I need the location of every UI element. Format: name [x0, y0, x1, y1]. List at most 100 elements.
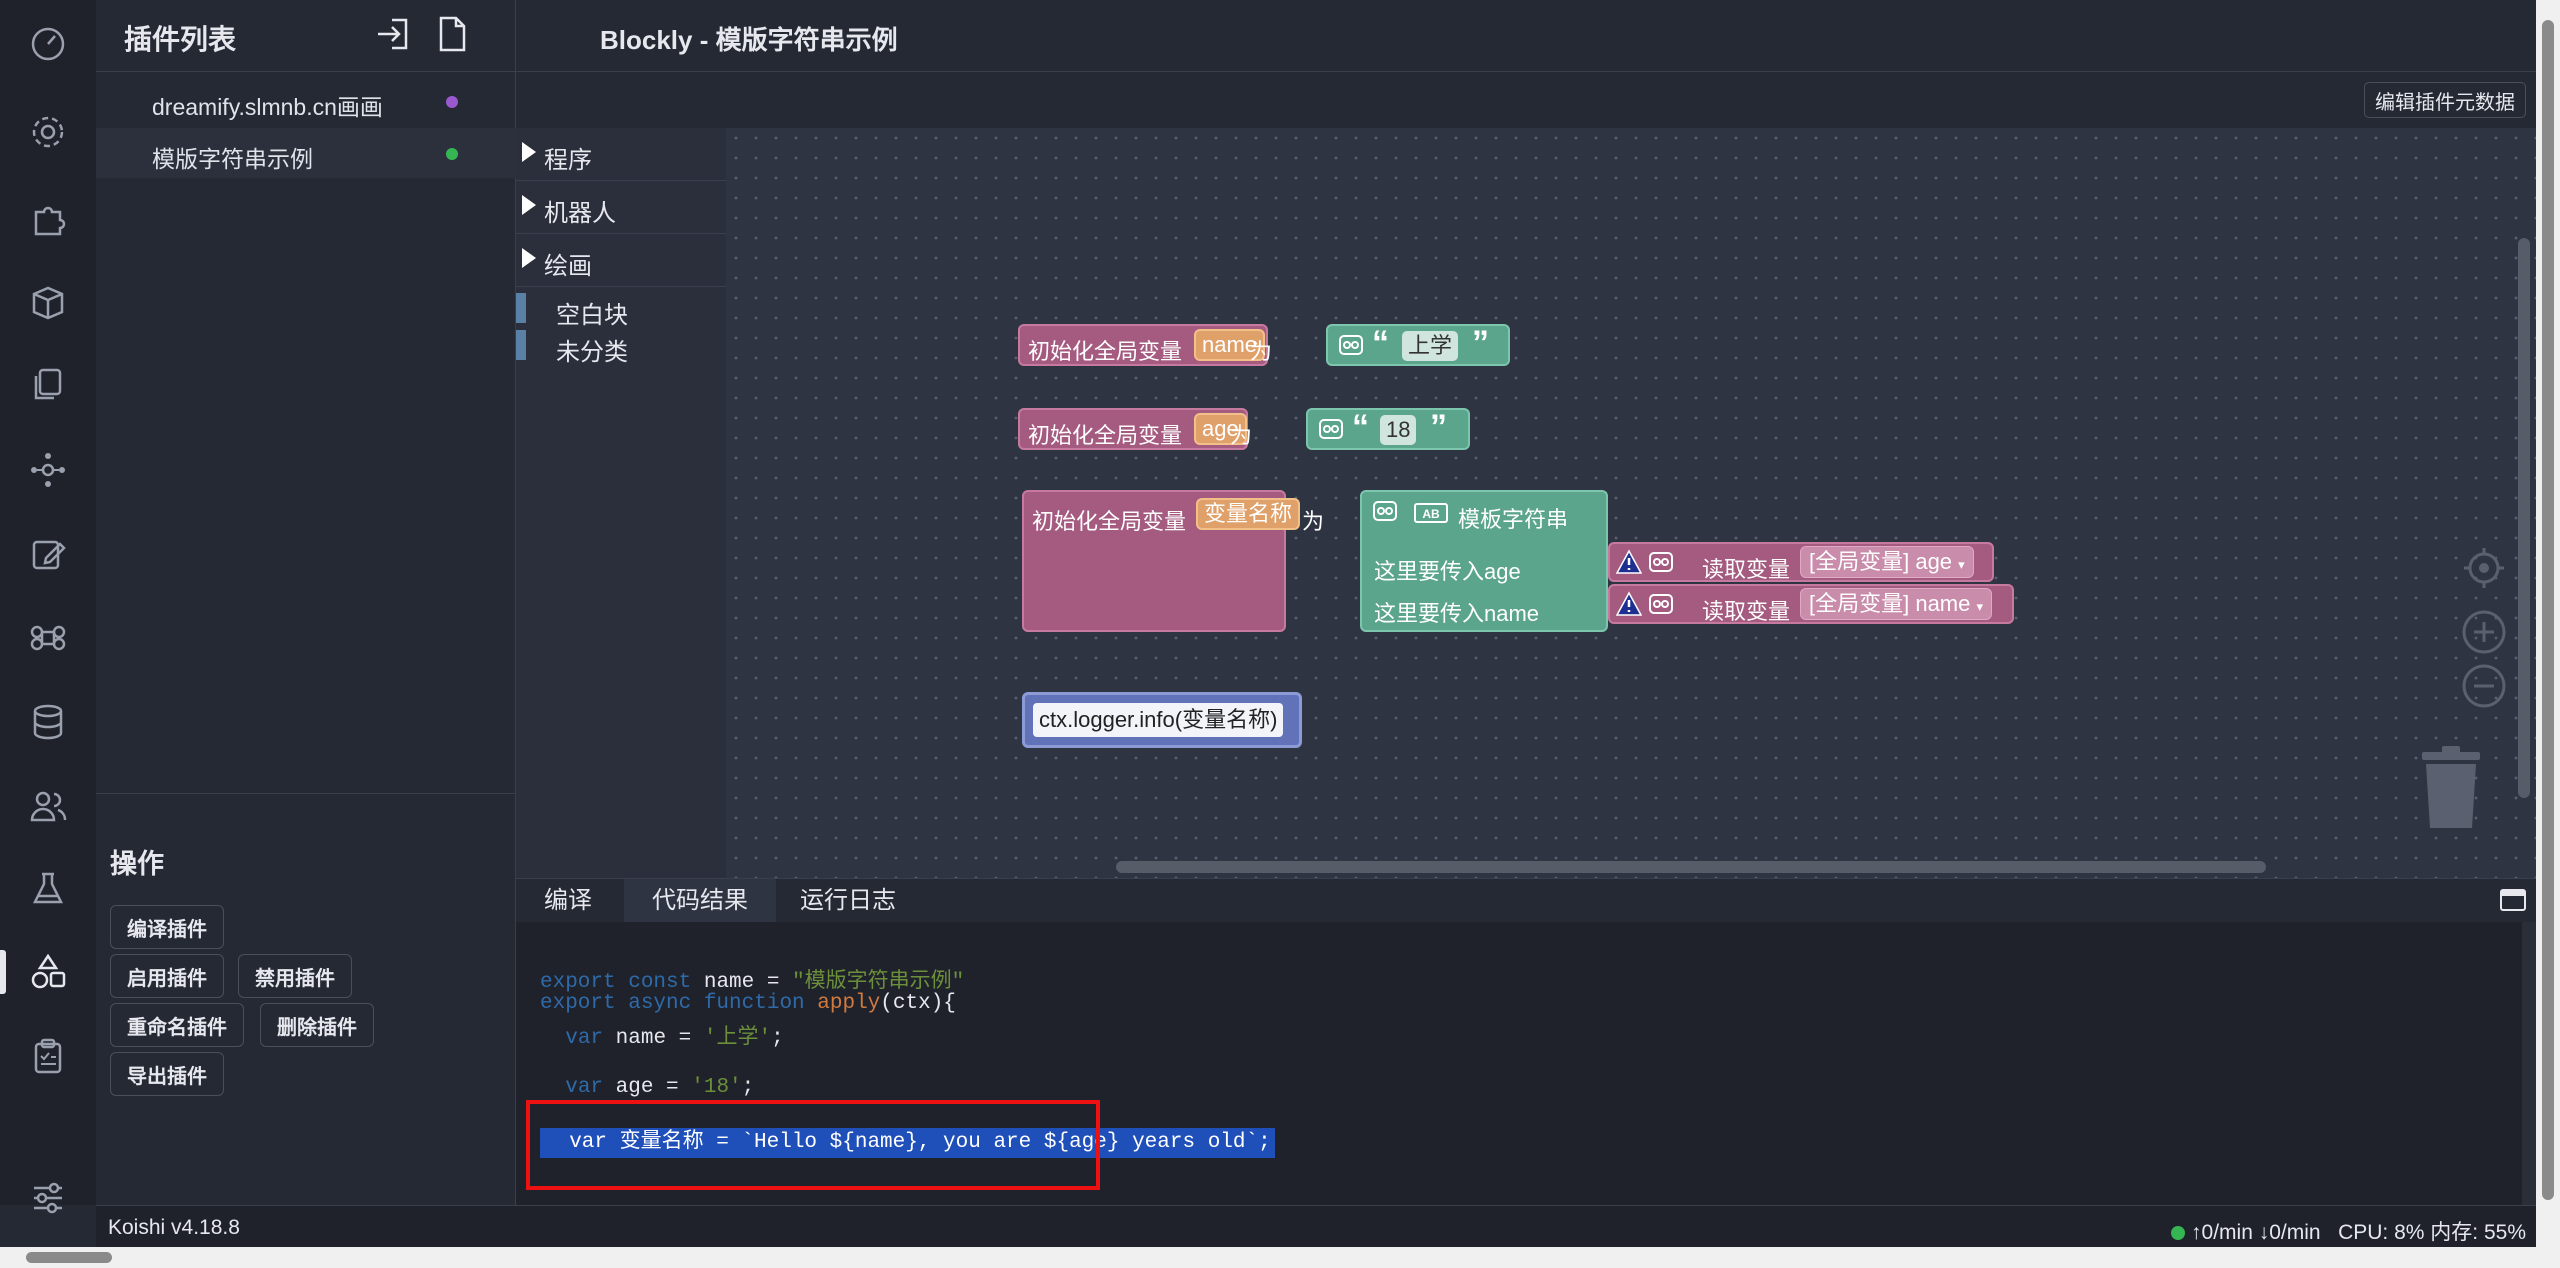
scrollbar-thumb[interactable]	[2542, 20, 2554, 1200]
operations-panel: 操作 编译插件 启用插件 禁用插件 重命名插件 删除插件 导出插件	[96, 793, 516, 1205]
text-block[interactable]: “ 18 ”	[1306, 408, 1470, 450]
warning-icon	[1616, 549, 1642, 574]
template-string-block[interactable]: AB 模板字符串 这里要传入age 这里要传入name	[1360, 490, 1608, 632]
plugin-item[interactable]: dreamify.slmnb.cn画画	[96, 76, 516, 126]
plugin-item-active[interactable]: 模版字符串示例	[96, 128, 516, 178]
tab-code-result[interactable]: 代码结果	[624, 879, 776, 923]
get-variable-block[interactable]: 读取变量 [全局变量] age ▾	[1608, 542, 1994, 582]
workspace-horizontal-scrollbar[interactable]	[1116, 861, 2266, 873]
enable-plugin-button[interactable]: 启用插件	[110, 954, 224, 998]
expand-triangle-icon	[522, 142, 536, 162]
text-block[interactable]: “ 上学 ”	[1326, 324, 1510, 366]
window-horizontal-scrollbar[interactable]	[0, 1247, 2560, 1268]
code-line: export async function apply(ctx){	[540, 992, 956, 1015]
sidebar-header: 插件列表	[96, 0, 516, 72]
connection-status-dot	[2171, 1226, 2186, 1240]
recenter-icon[interactable]	[2460, 544, 2508, 592]
compile-plugin-button[interactable]: 编译插件	[110, 905, 224, 949]
tab-compile[interactable]: 编译	[516, 879, 620, 923]
package-icon[interactable]	[26, 280, 70, 324]
expand-triangle-icon	[522, 248, 536, 268]
svg-text:AB: AB	[1422, 507, 1440, 521]
import-icon[interactable]	[374, 14, 414, 54]
new-file-icon[interactable]	[432, 14, 472, 54]
panel-tabs: 编译 代码结果 运行日志	[516, 878, 2536, 923]
zoom-out-icon[interactable]	[2460, 662, 2508, 710]
trash-icon[interactable]	[2418, 746, 2484, 830]
text-block-icon	[1373, 501, 1397, 521]
code-output[interactable]: export const name = "模版字符串示例" export asy…	[516, 922, 2536, 1205]
status-bar: Koishi v4.18.8 ↑0/min ↓0/min CPU: 8% 内存:…	[96, 1205, 2536, 1247]
edit-metadata-button[interactable]: 编辑插件元数据	[2364, 82, 2526, 118]
code-line: var age = '18';	[565, 1076, 755, 1099]
edit-icon[interactable]	[26, 532, 70, 576]
category-label: 未分类	[556, 339, 628, 366]
dropdown-value: [全局变量] name	[1809, 591, 1971, 616]
code-vertical-scrollbar[interactable]	[2522, 922, 2536, 1205]
toolbox-category-simple[interactable]: 未分类	[516, 328, 726, 366]
category-label: 程序	[544, 147, 592, 174]
input-label: 这里要传入name	[1374, 601, 1540, 626]
text-block-icon	[1339, 335, 1363, 355]
init-global-variable-block[interactable]: 初始化全局变量 变量名称 为	[1022, 490, 1324, 632]
files-icon[interactable]	[26, 362, 70, 406]
blockly-toolbox: 程序 机器人 绘画 空白块 未分类	[516, 128, 726, 878]
variable-dropdown[interactable]: [全局变量] name ▾	[1800, 588, 1993, 620]
scrollbar-thumb[interactable]	[26, 1252, 112, 1263]
code-line: var name = '上学';	[565, 1027, 784, 1050]
delete-plugin-button[interactable]: 删除插件	[260, 1003, 374, 1047]
warning-icon	[1616, 591, 1642, 616]
category-label: 绘画	[544, 253, 592, 280]
rename-plugin-button[interactable]: 重命名插件	[110, 1003, 244, 1047]
variable-name-field[interactable]: 变量名称	[1196, 498, 1301, 530]
code-block-text: ctx.logger.info(变量名称)	[1033, 703, 1284, 737]
block-label: 读取变量	[1702, 599, 1791, 624]
panel-layout-icon[interactable]	[2500, 889, 2526, 911]
category-color-bar	[516, 330, 526, 360]
category-label: 空白块	[556, 302, 628, 329]
block-label: 为	[1230, 423, 1253, 448]
expand-triangle-icon	[522, 195, 536, 215]
get-variable-block[interactable]: 读取变量 [全局变量] name ▾	[1608, 584, 2014, 624]
dashboard-icon[interactable]	[26, 22, 70, 66]
activity-bar	[0, 0, 96, 1214]
toolbox-category-simple[interactable]: 空白块	[516, 291, 726, 329]
export-plugin-button[interactable]: 导出插件	[110, 1052, 224, 1096]
variable-dropdown[interactable]: [全局变量] age ▾	[1800, 546, 1974, 578]
variable-block-icon	[1649, 594, 1673, 614]
window-vertical-scrollbar[interactable]	[2536, 0, 2560, 1247]
sidebar-title: 插件列表	[124, 24, 237, 55]
toolbox-category[interactable]: 程序	[516, 128, 726, 181]
operations-title: 操作	[110, 849, 164, 879]
blockly-workspace[interactable]: 初始化全局变量 name 为 “ 上学 ” 初始化全局变量 age 为 “ 18…	[726, 128, 2536, 878]
text-value-field[interactable]: 18	[1380, 415, 1417, 445]
zoom-in-icon[interactable]	[2460, 608, 2508, 656]
settings-icon[interactable]	[26, 110, 70, 154]
code-block[interactable]: ctx.logger.info(变量名称)	[1022, 692, 1302, 748]
command-icon[interactable]	[26, 616, 70, 660]
workspace-vertical-scrollbar[interactable]	[2518, 238, 2530, 798]
tab-run-log[interactable]: 运行日志	[772, 879, 924, 923]
flask-icon[interactable]	[26, 866, 70, 910]
dropdown-value: [全局变量] age	[1809, 549, 1953, 574]
text-value-field[interactable]: 上学	[1402, 331, 1459, 361]
init-global-variable-block[interactable]: 初始化全局变量 age 为	[1018, 408, 1252, 450]
version-label: Koishi v4.18.8	[108, 1216, 240, 1239]
puzzle-icon[interactable]	[26, 196, 70, 240]
database-icon[interactable]	[26, 700, 70, 744]
toolbox-category[interactable]: 机器人	[516, 181, 726, 234]
disable-plugin-button[interactable]: 禁用插件	[238, 954, 352, 998]
code-line: export const name = "模版字符串示例"	[540, 971, 965, 994]
block-label: 初始化全局变量	[1032, 509, 1187, 534]
init-global-variable-block[interactable]: 初始化全局变量 name 为	[1018, 324, 1272, 366]
input-label: 这里要传入age	[1374, 559, 1521, 584]
sliders-icon[interactable]	[26, 1176, 70, 1220]
toolbox-category[interactable]: 绘画	[516, 234, 726, 287]
users-icon[interactable]	[26, 784, 70, 828]
resource-label: CPU: 8% 内存: 55%	[2338, 1221, 2526, 1244]
clipboard-icon[interactable]	[26, 1034, 70, 1078]
active-indicator	[0, 950, 6, 994]
category-label: 机器人	[544, 200, 616, 227]
network-icon[interactable]	[26, 448, 70, 492]
shapes-icon[interactable]	[26, 950, 70, 994]
